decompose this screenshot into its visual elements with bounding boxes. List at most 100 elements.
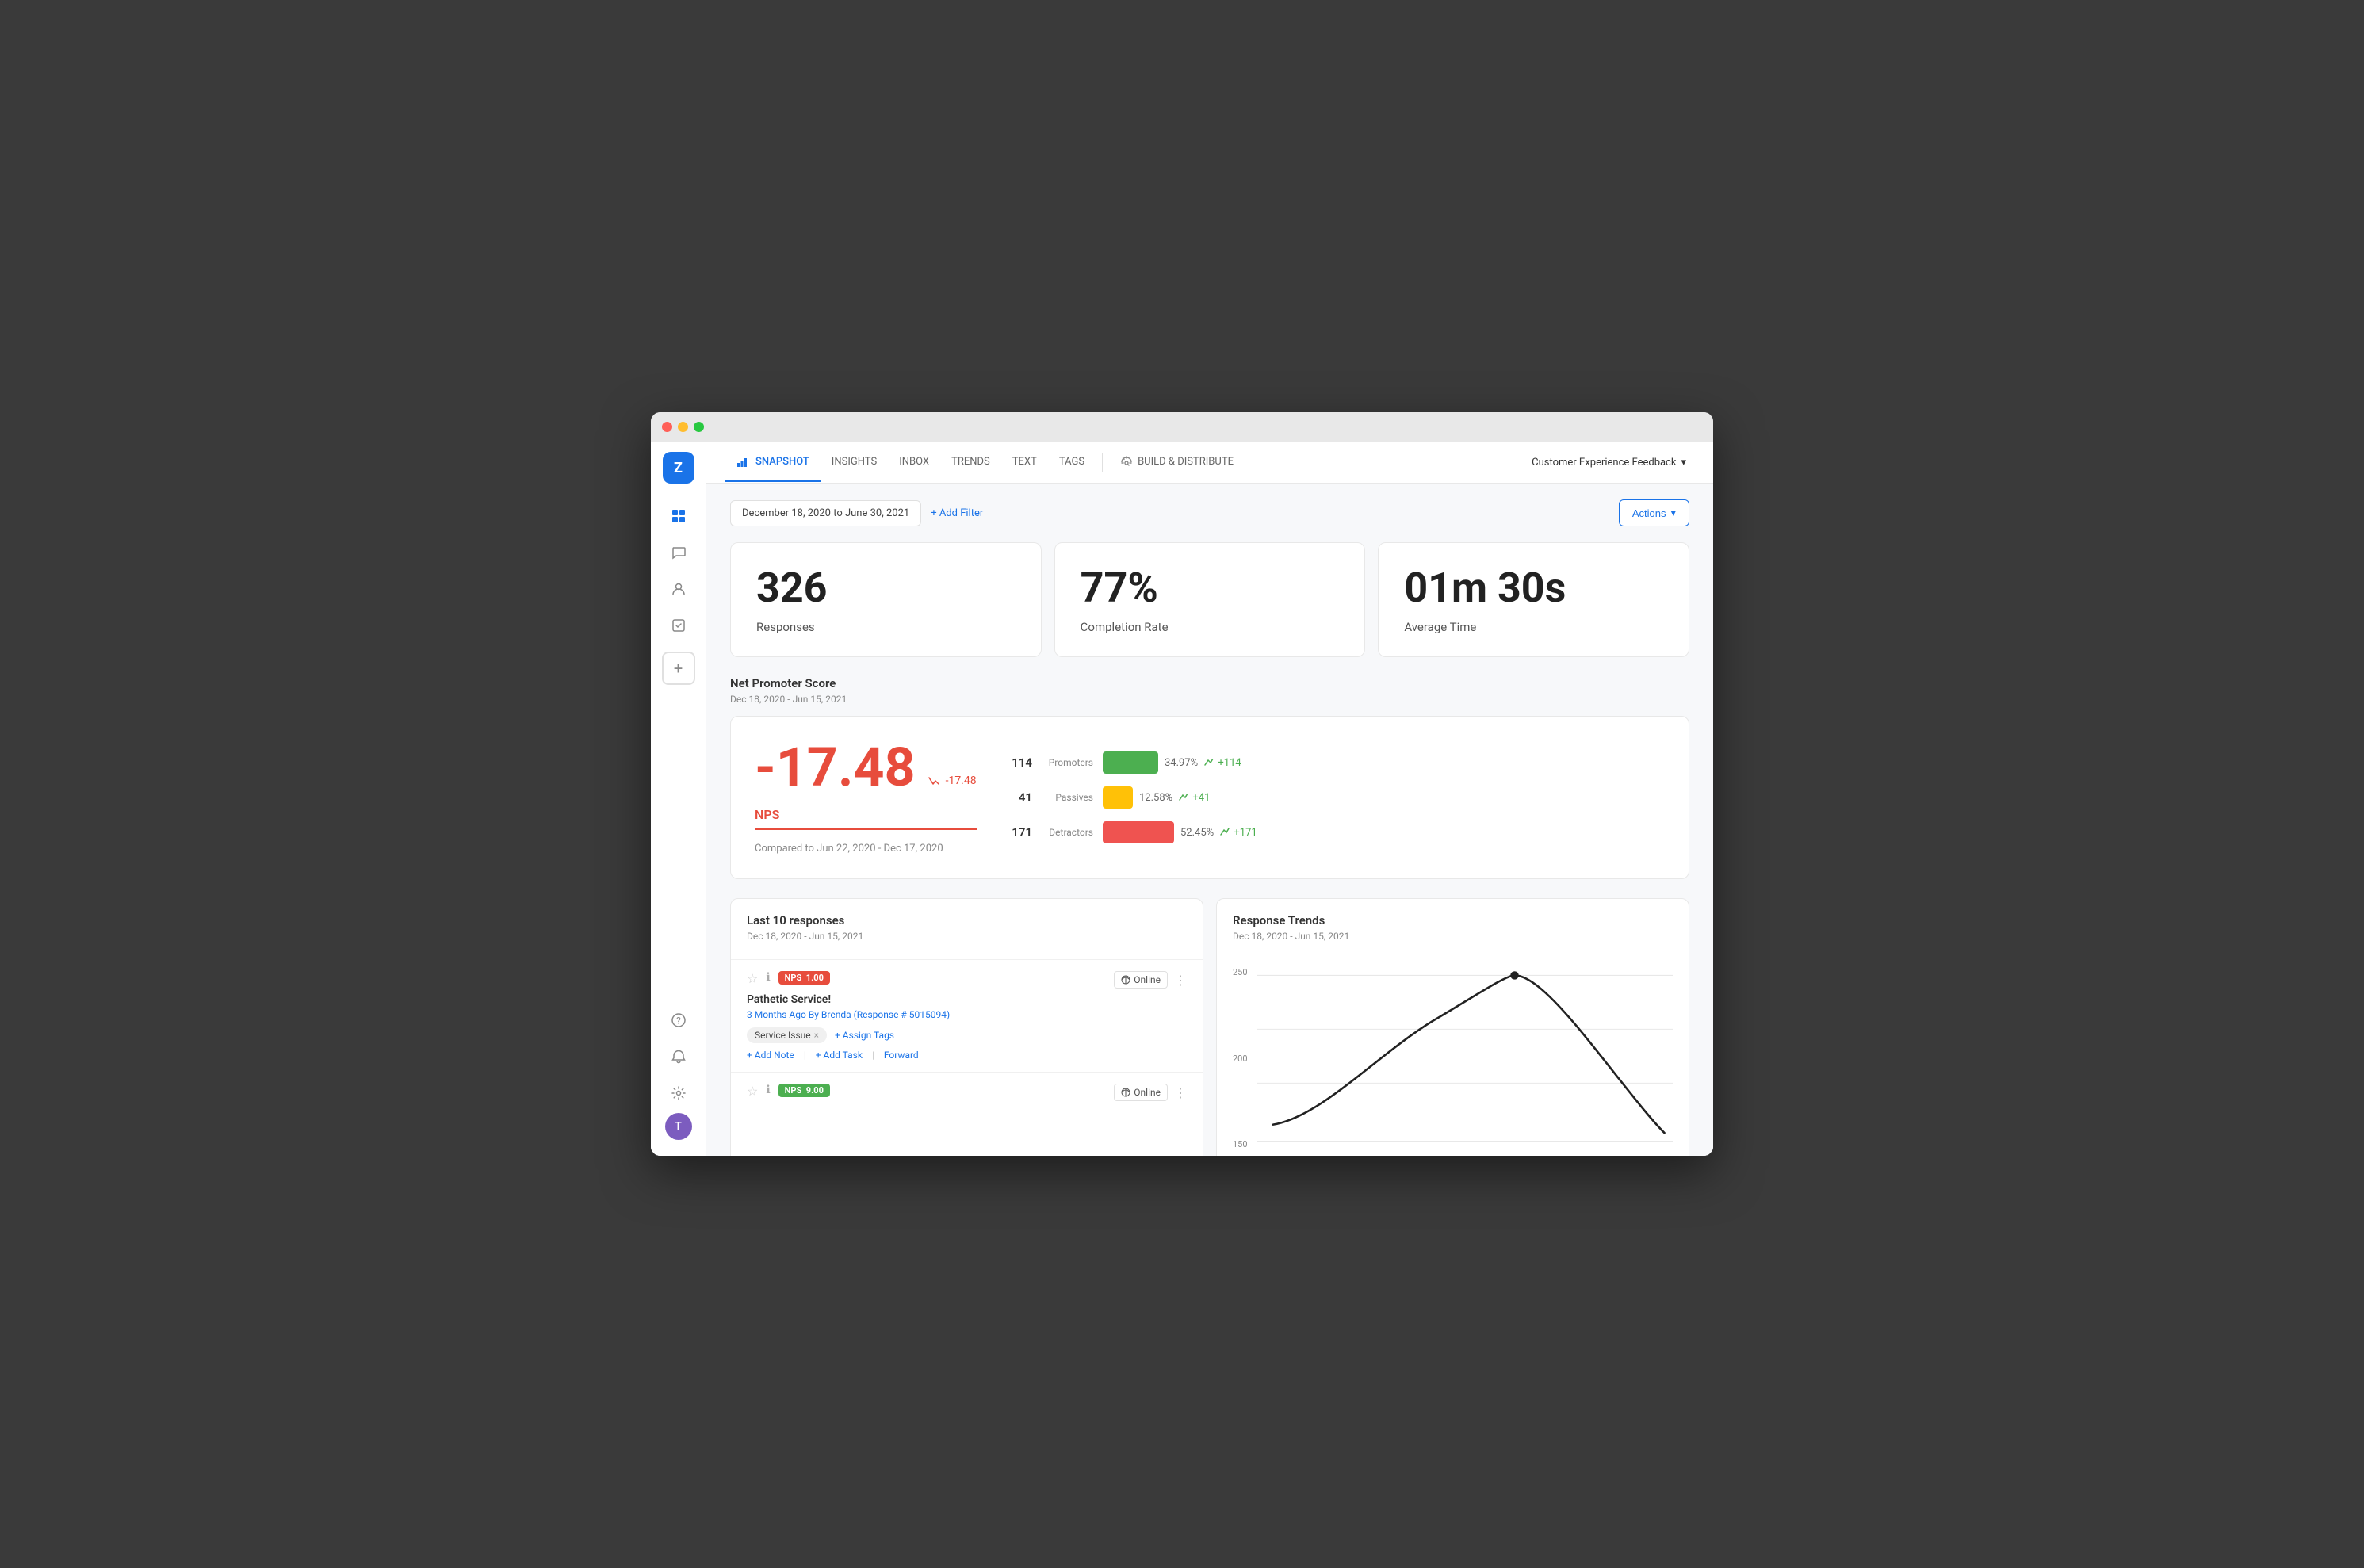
add-filter-button[interactable]: + Add Filter [931,507,983,519]
tab-tags[interactable]: TAGS [1048,443,1096,482]
nps-bars: 114 Promoters 34.97% [1008,751,1665,843]
detractors-count: 171 [1008,825,1032,839]
responses-label: Responses [756,620,1016,634]
response-item-2: ☆ ℹ NPS 9.00 [731,1072,1203,1117]
nps-label: NPS [755,807,977,830]
nps-score-value: -17.48 [755,740,916,794]
remove-tag-icon[interactable]: × [814,1030,819,1041]
more-icon-1[interactable]: ⋮ [1174,973,1187,988]
tab-inbox[interactable]: INBOX [888,443,940,482]
svg-text:?: ? [676,1015,681,1027]
response-header-2: ☆ ℹ NPS 9.00 [747,1084,1187,1101]
gear-icon[interactable] [662,1077,695,1110]
detractors-bar-bg: 52.45% +171 [1103,821,1257,843]
sidebar-item-grid[interactable] [662,499,695,533]
stat-avg-time: 01m 30s Average Time [1378,542,1689,657]
responses-date-range: Dec 18, 2020 - Jun 15, 2021 [747,931,1187,942]
star-icon-2[interactable]: ☆ [747,1084,758,1099]
topnav: SNAPSHOT INSIGHTS INBOX TRENDS TEXT [706,442,1713,484]
passives-label: Passives [1042,792,1093,803]
sidebar-item-chat[interactable] [662,536,695,569]
nps-card: -17.48 -17.48 NPS Compared t [730,716,1689,879]
stat-completion: 77% Completion Rate [1054,542,1366,657]
info-icon-2[interactable]: ℹ [766,1084,770,1096]
survey-selector[interactable]: Customer Experience Feedback ▾ [1524,452,1694,473]
tab-snapshot[interactable]: SNAPSHOT [725,443,821,482]
completion-value: 77% [1081,565,1340,610]
sidebar: Z [651,442,706,1156]
actions-button[interactable]: Actions ▾ [1619,499,1689,526]
tab-text[interactable]: TEXT [1001,443,1048,482]
content-area: December 18, 2020 to June 30, 2021 + Add… [706,484,1713,1156]
passives-trend: +41 [1179,792,1210,804]
app-logo[interactable]: Z [663,452,694,484]
trends-card-header: Response Trends Dec 18, 2020 - Jun 15, 2… [1217,899,1689,959]
response-item-1: ☆ ℹ NPS 1.00 [731,959,1203,1072]
nps-date-range: Dec 18, 2020 - Jun 15, 2021 [730,694,1689,705]
add-task-button-1[interactable]: + Add Task [816,1050,863,1061]
tab-insights[interactable]: INSIGHTS [821,443,888,482]
passives-bar-bg: 12.58% +41 [1103,786,1210,809]
chevron-down-icon: ▾ [1670,507,1676,519]
trends-card: Response Trends Dec 18, 2020 - Jun 15, 2… [1216,898,1689,1156]
completion-label: Completion Rate [1081,620,1340,634]
nps-title: Net Promoter Score [730,676,1689,690]
promoters-bar [1103,751,1158,774]
online-badge-2: Online [1114,1084,1168,1101]
bell-icon[interactable] [662,1040,695,1073]
chart-y-labels: 250 200 150 [1233,967,1248,1149]
sidebar-item-tasks[interactable] [662,609,695,642]
nav-tabs: SNAPSHOT INSIGHTS INBOX TRENDS TEXT [725,443,1524,483]
responses-card-header: Last 10 responses Dec 18, 2020 - Jun 15,… [731,899,1203,959]
tab-build-distribute[interactable]: BUILD & DISTRIBUTE [1109,443,1245,483]
nav-right: Customer Experience Feedback ▾ [1524,452,1694,473]
more-icon-2[interactable]: ⋮ [1174,1085,1187,1100]
titlebar [651,412,1713,442]
bottom-grid: Last 10 responses Dec 18, 2020 - Jun 15,… [730,898,1689,1156]
promoters-trend: +114 [1204,757,1241,769]
app-body: Z [651,442,1713,1156]
nav-separator [1102,453,1103,472]
trends-chart: 250 200 150 [1217,959,1689,1156]
sidebar-item-user[interactable] [662,572,695,606]
nps-section: Net Promoter Score Dec 18, 2020 - Jun 15… [730,676,1689,879]
response-title-1: Pathetic Service! [747,993,1187,1006]
star-icon-1[interactable]: ☆ [747,971,758,986]
assign-tag-button[interactable]: + Assign Tags [835,1030,894,1041]
detractors-label: Detractors [1042,827,1093,838]
date-range-filter[interactable]: December 18, 2020 to June 30, 2021 [730,500,921,526]
responses-title: Last 10 responses [747,913,1187,927]
trends-date-range: Dec 18, 2020 - Jun 15, 2021 [1233,931,1673,942]
sidebar-item-add[interactable]: + [662,652,695,685]
nps-comparison: Compared to Jun 22, 2020 - Dec 17, 2020 [755,843,977,855]
help-icon[interactable]: ? [662,1004,695,1037]
user-avatar[interactable]: T [665,1113,692,1140]
responses-card: Last 10 responses Dec 18, 2020 - Jun 15,… [730,898,1203,1156]
nps-inner: -17.48 -17.48 NPS Compared t [755,740,1665,855]
response-footer-1: + Add Note | + Add Task | Forward [747,1050,1187,1061]
close-button[interactable] [662,422,672,432]
detractors-trend: +171 [1220,827,1257,839]
filter-bar: December 18, 2020 to June 30, 2021 + Add… [730,499,1689,526]
tag-pill-1: Service Issue × [747,1027,827,1043]
forward-button-1[interactable]: Forward [884,1050,919,1061]
promoters-bar-bg: 34.97% +114 [1103,751,1241,774]
promoters-pct: 34.97% [1165,757,1198,769]
traffic-lights [662,422,704,432]
promoters-label: Promoters [1042,757,1093,768]
minimize-button[interactable] [678,422,688,432]
nps-bar-passives: 41 Passives 12.58% [1008,786,1665,809]
promoters-count: 114 [1008,755,1032,770]
response-header-1: ☆ ℹ NPS 1.00 [747,971,1187,989]
info-icon-1[interactable]: ℹ [766,971,770,984]
add-note-button-1[interactable]: + Add Note [747,1050,794,1061]
response-actions-right-1: Online ⋮ [1114,971,1187,989]
detractors-pct: 52.45% [1180,827,1214,839]
tab-trends[interactable]: TRENDS [940,443,1001,482]
trends-title: Response Trends [1233,913,1673,927]
chevron-down-icon: ▾ [1681,457,1686,468]
chart-svg [1257,967,1673,1149]
avg-time-value: 01m 30s [1404,565,1663,610]
app-window: Z [651,412,1713,1156]
maximize-button[interactable] [694,422,704,432]
